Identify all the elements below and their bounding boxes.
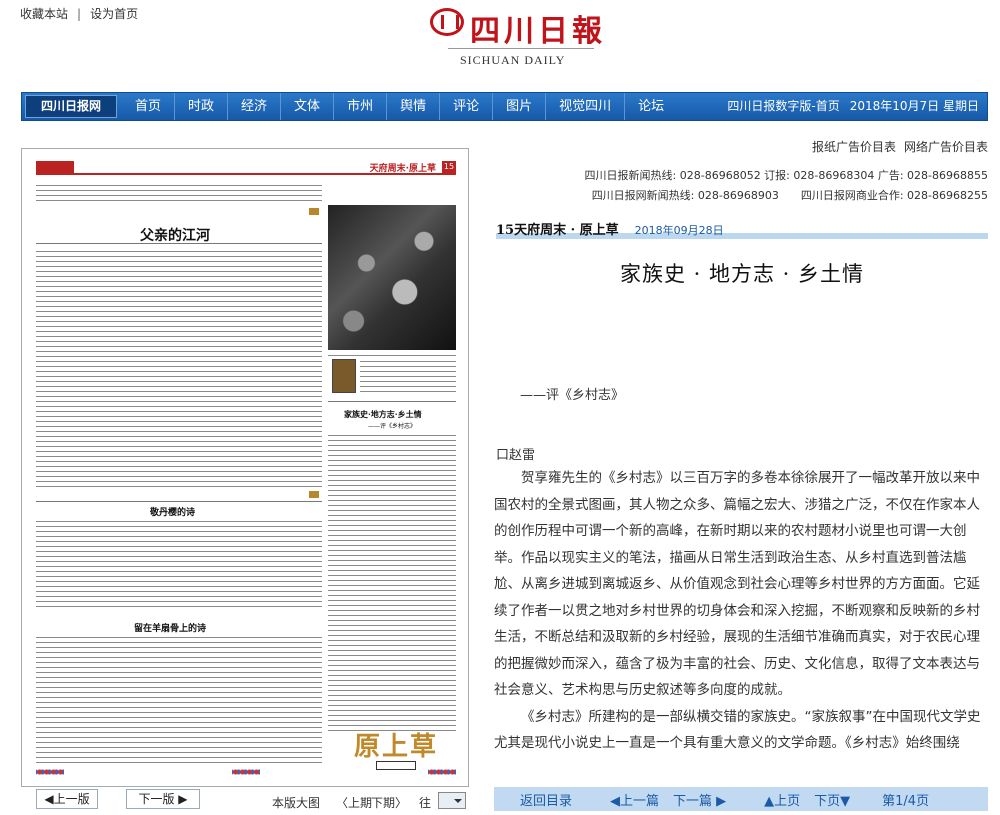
logo-emblem-icon bbox=[430, 8, 464, 36]
period-select-dropdown[interactable] bbox=[438, 792, 466, 809]
poems-columns-2 bbox=[36, 635, 322, 763]
nav-item-commentary[interactable]: 评论 bbox=[440, 93, 494, 120]
next-article-link[interactable]: 下一篇 ▶ bbox=[673, 790, 726, 809]
next-period-link[interactable]: 下期〉 bbox=[371, 794, 407, 811]
link-separator: | bbox=[77, 7, 82, 21]
article-title: 家族史 · 地方志 · 乡土情 bbox=[619, 262, 865, 286]
article-columns-1 bbox=[36, 249, 322, 487]
nav-edition-info: 四川日报数字版-首页 2018年10月7日 星期日 bbox=[717, 93, 979, 120]
color-register-dots-right bbox=[428, 769, 456, 775]
top-links: 收藏本站 | 设为首页 bbox=[20, 5, 138, 22]
nav-items: 首页 时政 经济 文体 市州 舆情 评论 图片 视觉四川 论坛 bbox=[122, 93, 677, 120]
page-header-section: 天府周末·原上草 bbox=[369, 164, 436, 174]
site-logo[interactable]: 四川日報 SICHUAN DAILY bbox=[420, 6, 602, 70]
headline-family-history-sub: ——评《乡村志》 bbox=[368, 423, 417, 430]
prev-period-link[interactable]: 〈上期 bbox=[336, 794, 372, 811]
page-header-strip: 天府周末·原上草 15 bbox=[36, 161, 456, 175]
nav-item-cities[interactable]: 市州 bbox=[334, 93, 388, 120]
set-home-link[interactable]: 设为首页 bbox=[90, 5, 138, 22]
nav-item-culture-sports[interactable]: 文体 bbox=[281, 93, 335, 120]
article-body: 贺享雍先生的《乡村志》以三百万字的多卷本徐徐展开了一幅改革开放以来中国农村的全景… bbox=[494, 465, 988, 785]
bookmark-link[interactable]: 收藏本站 bbox=[20, 5, 68, 22]
edition-link[interactable]: 四川日报数字版-首页 bbox=[727, 99, 839, 113]
newspaper-page-content: 天府周末·原上草 15 父亲的江河 家族史·地方志·乡土情 ——评《乡村志》 敬… bbox=[36, 161, 456, 776]
newspaper-page-image[interactable]: 天府周末·原上草 15 父亲的江河 家族史·地方志·乡土情 ——评《乡村志》 敬… bbox=[21, 148, 469, 787]
hotline-line-2: 四川日报网新闻热线: 028-86968903 四川日报网商业合作: 028-8… bbox=[591, 189, 988, 202]
nav-item-politics[interactable]: 时政 bbox=[175, 93, 229, 120]
article-author: 口赵雷 bbox=[496, 448, 536, 463]
article-paragraph: 贺享雍先生的《乡村志》以三百万字的多卷本徐徐展开了一幅改革开放以来中国农村的全景… bbox=[494, 470, 980, 698]
logo-english: SICHUAN DAILY bbox=[460, 53, 566, 67]
nav-brand-button[interactable]: 四川日报网 bbox=[25, 95, 117, 118]
section-name: 15天府周末 · 原上草 bbox=[496, 223, 619, 238]
web-ad-price-link[interactable]: 网络广告价目表 bbox=[904, 140, 988, 154]
big-image-link[interactable]: 本版大图 bbox=[272, 794, 320, 811]
headline-poems-1: 敬丹樱的诗 bbox=[150, 508, 196, 518]
color-register-dots-left bbox=[36, 769, 64, 775]
go-to-label: 往 bbox=[419, 796, 432, 810]
next-page-button[interactable]: 下一版 ▶ bbox=[126, 789, 200, 809]
book-intro-text bbox=[360, 359, 456, 393]
logo-divider bbox=[448, 48, 594, 49]
photo-caption bbox=[328, 353, 456, 357]
prev-article-link[interactable]: ◀上一篇 bbox=[610, 790, 659, 809]
back-to-index-link[interactable]: 返回目录 bbox=[520, 790, 572, 809]
nav-item-photos[interactable]: 图片 bbox=[493, 93, 547, 120]
nav-item-public-opinion[interactable]: 舆情 bbox=[387, 93, 441, 120]
stone-photo bbox=[328, 205, 456, 350]
headline-rule bbox=[36, 243, 322, 244]
hotline-line-1: 四川日报新闻热线: 028-86968052 订报: 028-86968304 … bbox=[584, 169, 988, 182]
page-badge bbox=[376, 761, 416, 770]
article-nav-bar: 返回目录 ◀上一篇 下一篇 ▶ ▲上页 下页▼ 第1/4页 bbox=[494, 787, 988, 811]
column-rule bbox=[328, 401, 456, 402]
current-date: 2018年10月7日 星期日 bbox=[849, 99, 979, 113]
ad-links: 报纸广告价目表 网络广告价目表 bbox=[804, 138, 988, 155]
page-header-logo bbox=[36, 161, 74, 173]
section-rule bbox=[36, 501, 322, 502]
section-seal-logo: 原上草 bbox=[354, 732, 439, 762]
headline-poems-2: 留在羊扇骨上的诗 bbox=[134, 624, 207, 634]
prev-page-button[interactable]: ◀上一版 bbox=[36, 789, 98, 809]
next-page-link[interactable]: 下页▼ bbox=[814, 790, 850, 809]
page-counter: 第1/4页 bbox=[882, 793, 930, 809]
prev-page-link[interactable]: ▲上页 bbox=[764, 790, 800, 809]
article-paragraph: 《乡村志》所建构的是一部纵横交错的家族史。“家族叙事”在中国现代文学史尤其是现代… bbox=[494, 708, 981, 752]
section-date: 2018年09月28日 bbox=[634, 224, 724, 237]
nav-item-forum[interactable]: 论坛 bbox=[625, 93, 677, 120]
section-header: 15天府周末 · 原上草 2018年09月28日 bbox=[496, 219, 988, 239]
nav-item-economy[interactable]: 经济 bbox=[228, 93, 282, 120]
color-register-dots-mid bbox=[232, 769, 260, 775]
page-number-badge: 15 bbox=[442, 161, 456, 173]
headline-father-river: 父亲的江河 bbox=[140, 228, 210, 244]
page-intro-text bbox=[36, 183, 322, 201]
page-tag-icon-2 bbox=[309, 491, 319, 498]
headline-family-history: 家族史·地方志·乡土情 bbox=[344, 409, 422, 419]
article-subtitle: ——评《乡村志》 bbox=[520, 388, 625, 403]
nav-item-visual-sichuan[interactable]: 视觉四川 bbox=[546, 93, 626, 120]
logo-chinese: 四川日報 bbox=[470, 14, 606, 49]
poems-columns-1 bbox=[36, 519, 322, 611]
book-cover-image bbox=[332, 359, 356, 393]
nav-item-home[interactable]: 首页 bbox=[122, 93, 176, 120]
paper-ad-price-link[interactable]: 报纸广告价目表 bbox=[812, 140, 896, 154]
main-nav: 四川日报网 首页 时政 经济 文体 市州 舆情 评论 图片 视觉四川 论坛 四川… bbox=[21, 92, 988, 121]
page-tag-icon bbox=[309, 208, 319, 215]
article-columns-2 bbox=[328, 433, 456, 733]
